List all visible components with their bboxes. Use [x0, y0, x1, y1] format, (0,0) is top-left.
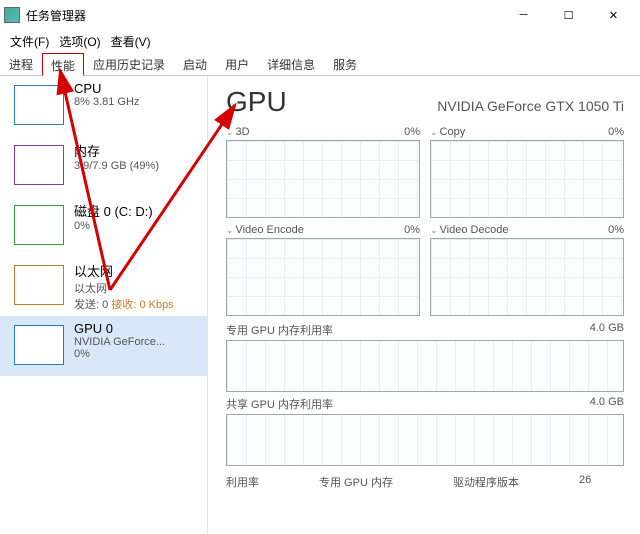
disk-sub: 0% [74, 220, 197, 232]
window-title: 任务管理器 [26, 7, 501, 24]
sidebar-item-cpu[interactable]: CPU 8% 3.81 GHz [0, 76, 207, 136]
chevron-down-icon: ⌄ [430, 127, 438, 137]
util-label: 利用率 [226, 474, 259, 490]
gpu-thumb [14, 325, 64, 365]
sidebar-item-gpu[interactable]: GPU 0 NVIDIA GeForce... 0% [0, 316, 207, 376]
close-button[interactable]: ✕ [591, 0, 636, 30]
graph-copy-label[interactable]: ⌄Copy [430, 126, 465, 138]
menu-file[interactable]: 文件(F) [6, 31, 53, 52]
graph-shared-mem [226, 414, 624, 466]
sidebar: CPU 8% 3.81 GHz 内存 3.9/7.9 GB (49%) 磁盘 0… [0, 76, 208, 534]
dedicated-mem-label: 专用 GPU 内存利用率 [226, 322, 333, 338]
shared-mem-label: 共享 GPU 内存利用率 [226, 396, 333, 412]
chevron-down-icon: ⌄ [226, 225, 234, 235]
cpu-title: CPU [74, 81, 197, 96]
menu-options[interactable]: 选项(O) [55, 31, 104, 52]
chevron-down-icon: ⌄ [226, 127, 234, 137]
tab-details[interactable]: 详细信息 [258, 52, 324, 75]
menu-view[interactable]: 查看(V) [107, 31, 155, 52]
gpu-pct: 0% [74, 348, 197, 360]
ethernet-throughput: 发送: 0 接收: 0 Kbps [74, 296, 197, 312]
dedmem-label: 专用 GPU 内存 [319, 474, 393, 490]
graph-decode-label[interactable]: ⌄Video Decode [430, 224, 508, 236]
menu-bar: 文件(F) 选项(O) 查看(V) [0, 30, 640, 52]
tab-history[interactable]: 应用历史记录 [84, 52, 174, 75]
sidebar-item-memory[interactable]: 内存 3.9/7.9 GB (49%) [0, 136, 207, 196]
driver-value: 26 [579, 474, 591, 490]
cpu-thumb [14, 85, 64, 125]
task-manager-icon [4, 7, 20, 23]
graph-3d-pct: 0% [404, 126, 420, 138]
chevron-down-icon: ⌄ [430, 225, 438, 235]
maximize-button[interactable]: ☐ [546, 0, 591, 30]
main-panel: GPU NVIDIA GeForce GTX 1050 Ti ⌄3D 0% ⌄C… [208, 76, 640, 534]
tab-performance[interactable]: 性能 [42, 53, 84, 76]
graph-encode [226, 238, 420, 316]
tab-startup[interactable]: 启动 [174, 52, 216, 75]
graph-3d [226, 140, 420, 218]
gpu-device-name: NVIDIA GeForce GTX 1050 Ti [437, 98, 624, 114]
graph-3d-label[interactable]: ⌄3D [226, 126, 250, 138]
tab-bar: 进程 性能 应用历史记录 启动 用户 详细信息 服务 [0, 52, 640, 76]
gpu-device: NVIDIA GeForce... [74, 336, 197, 348]
ethernet-sub1: 以太网 [74, 280, 197, 296]
shared-mem-max: 4.0 GB [590, 396, 624, 412]
graph-copy [430, 140, 624, 218]
page-title: GPU [226, 86, 287, 118]
graph-decode [430, 238, 624, 316]
graph-encode-pct: 0% [404, 224, 420, 236]
tab-services[interactable]: 服务 [324, 52, 366, 75]
graph-encode-label[interactable]: ⌄Video Encode [226, 224, 304, 236]
memory-sub: 3.9/7.9 GB (49%) [74, 160, 197, 172]
graph-decode-pct: 0% [608, 224, 624, 236]
gpu-title: GPU 0 [74, 321, 197, 336]
graph-dedicated-mem [226, 340, 624, 392]
tab-processes[interactable]: 进程 [0, 52, 42, 75]
ethernet-thumb [14, 265, 64, 305]
driver-label: 驱动程序版本 [453, 474, 519, 490]
title-bar: 任务管理器 ─ ☐ ✕ [0, 0, 640, 30]
cpu-sub: 8% 3.81 GHz [74, 96, 197, 108]
graph-copy-pct: 0% [608, 126, 624, 138]
tab-users[interactable]: 用户 [216, 52, 258, 75]
dedicated-mem-max: 4.0 GB [590, 322, 624, 338]
minimize-button[interactable]: ─ [501, 0, 546, 30]
sidebar-item-ethernet[interactable]: 以太网 以太网 发送: 0 接收: 0 Kbps [0, 256, 207, 316]
disk-title: 磁盘 0 (C: D:) [74, 201, 197, 220]
sidebar-item-disk[interactable]: 磁盘 0 (C: D:) 0% [0, 196, 207, 256]
disk-thumb [14, 205, 64, 245]
memory-thumb [14, 145, 64, 185]
memory-title: 内存 [74, 141, 197, 160]
ethernet-title: 以太网 [74, 261, 197, 280]
